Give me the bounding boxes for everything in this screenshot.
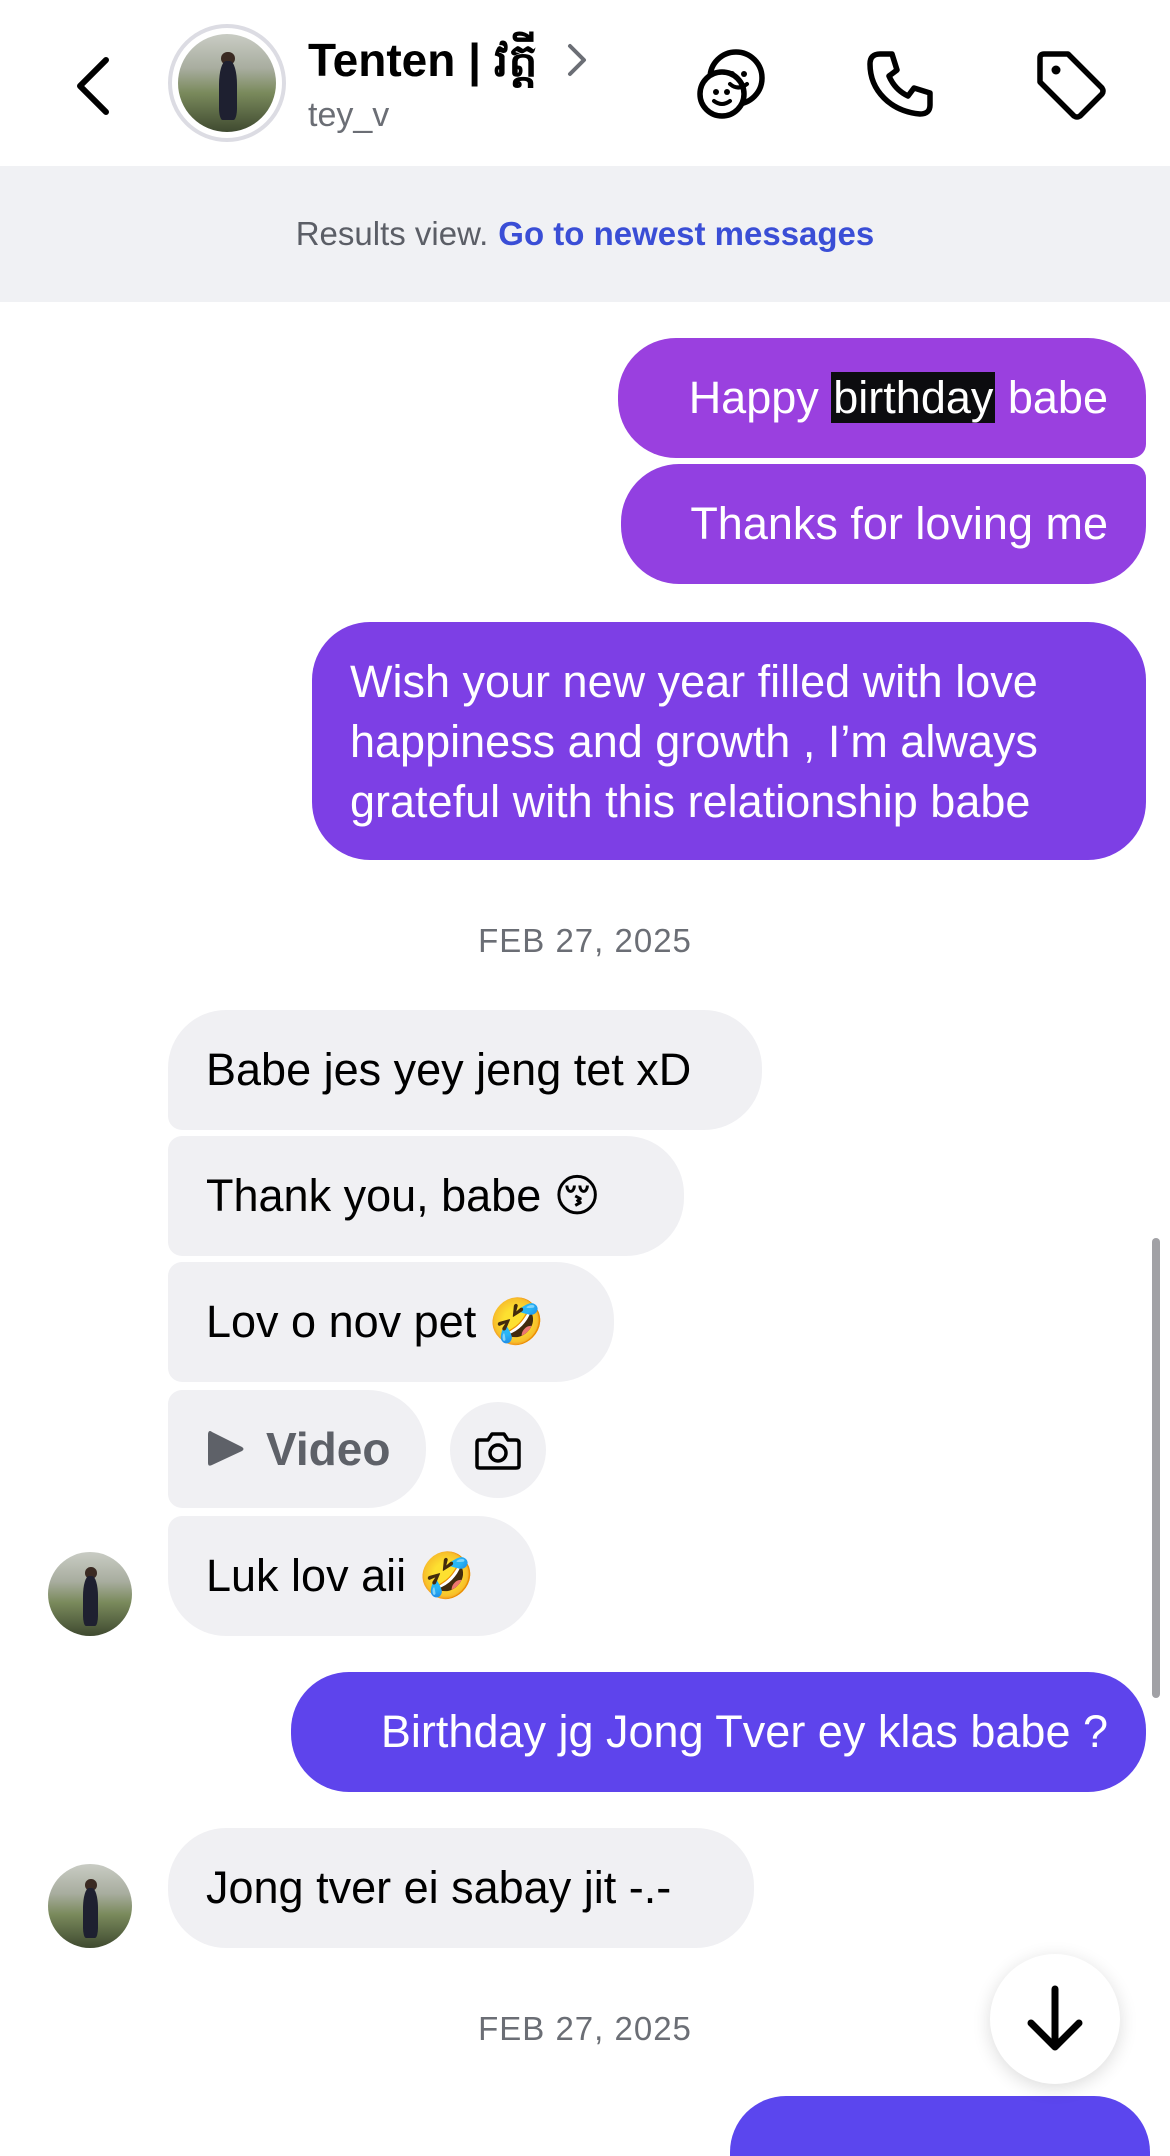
message-text: Babe jes yey jeng tet xD [206,1044,692,1095]
contact-name[interactable]: Tenten | វត្តី [308,32,538,99]
date-separator: FEB 27, 2025 [478,922,692,959]
message-text: Luk lov aii [206,1550,419,1601]
received-message-bubble[interactable]: Luk lov aii 🤣 [168,1516,536,1636]
search-highlight: birthday [831,372,996,423]
sticker-faces-icon [697,49,765,119]
message-line: happiness and growth , I’m always [350,716,1038,767]
message-line: Wish your new year filled with love [350,656,1038,707]
phone-icon [867,51,933,117]
avatar-photo [178,34,276,132]
message-text: Lov o nov pet [206,1296,489,1347]
tag-button[interactable] [1030,44,1110,124]
contact-username: tey_v [308,96,390,134]
sent-message-bubble[interactable]: Thanks for loving me [621,464,1146,584]
message-line: grateful with this relationship babe [350,776,1031,827]
back-button[interactable] [60,50,132,122]
video-attachment[interactable]: Video [168,1390,426,1508]
rofl-emoji: 🤣 [418,1549,475,1602]
banner-text: Results view. [295,215,489,252]
received-message-bubble[interactable]: Babe jes yey jeng tet xD [168,1010,762,1130]
received-message-bubble[interactable]: Jong tver ei sabay jit -.- [168,1828,754,1948]
go-to-newest-link[interactable]: Go to newest messages [498,215,874,253]
play-icon [208,1431,244,1466]
sent-message-bubble[interactable]: Happy birthday babe [618,338,1146,458]
arrow-down-icon [1027,1985,1083,2051]
tag-icon [1037,51,1106,120]
theme-button[interactable] [692,44,772,124]
message-text: Happy [688,372,832,423]
message-text: babe [995,372,1108,423]
video-label: Video [266,1423,391,1475]
received-message-bubble[interactable]: Thank you, babe 😚 [168,1136,684,1256]
sent-message-bubble[interactable]: Wish your new year filled with love happ… [312,622,1146,860]
message-text: Thanks for loving me [690,498,1108,549]
rofl-emoji: 🤣 [488,1295,545,1348]
kissing-face-emoji: 😚 [553,1169,601,1222]
chevron-right-icon [568,44,586,76]
camera-icon [475,1432,521,1470]
chat-header: Tenten | វត្តី tey_v [0,0,1170,166]
sender-avatar[interactable] [48,1864,132,1948]
call-button[interactable] [860,44,940,124]
sent-message-bubble-partial[interactable] [730,2096,1150,2156]
chevron-left-icon [77,57,109,115]
scrollbar[interactable] [1152,1238,1160,1698]
contact-avatar[interactable] [168,24,286,142]
results-banner: Results view. Go to newest messages [0,166,1170,302]
message-text: Jong tver ei sabay jit -.- [206,1862,672,1913]
message-text: Thank you, babe [206,1170,554,1221]
sent-message-bubble[interactable]: Birthday jg Jong Tver ey klas babe ? [291,1672,1146,1792]
received-message-bubble[interactable]: Lov o nov pet 🤣 [168,1262,614,1382]
message-text: Birthday jg Jong Tver ey klas babe ? [380,1706,1108,1757]
sender-avatar[interactable] [48,1552,132,1636]
scroll-to-bottom-button[interactable] [990,1954,1120,2084]
camera-button[interactable] [450,1402,546,1498]
